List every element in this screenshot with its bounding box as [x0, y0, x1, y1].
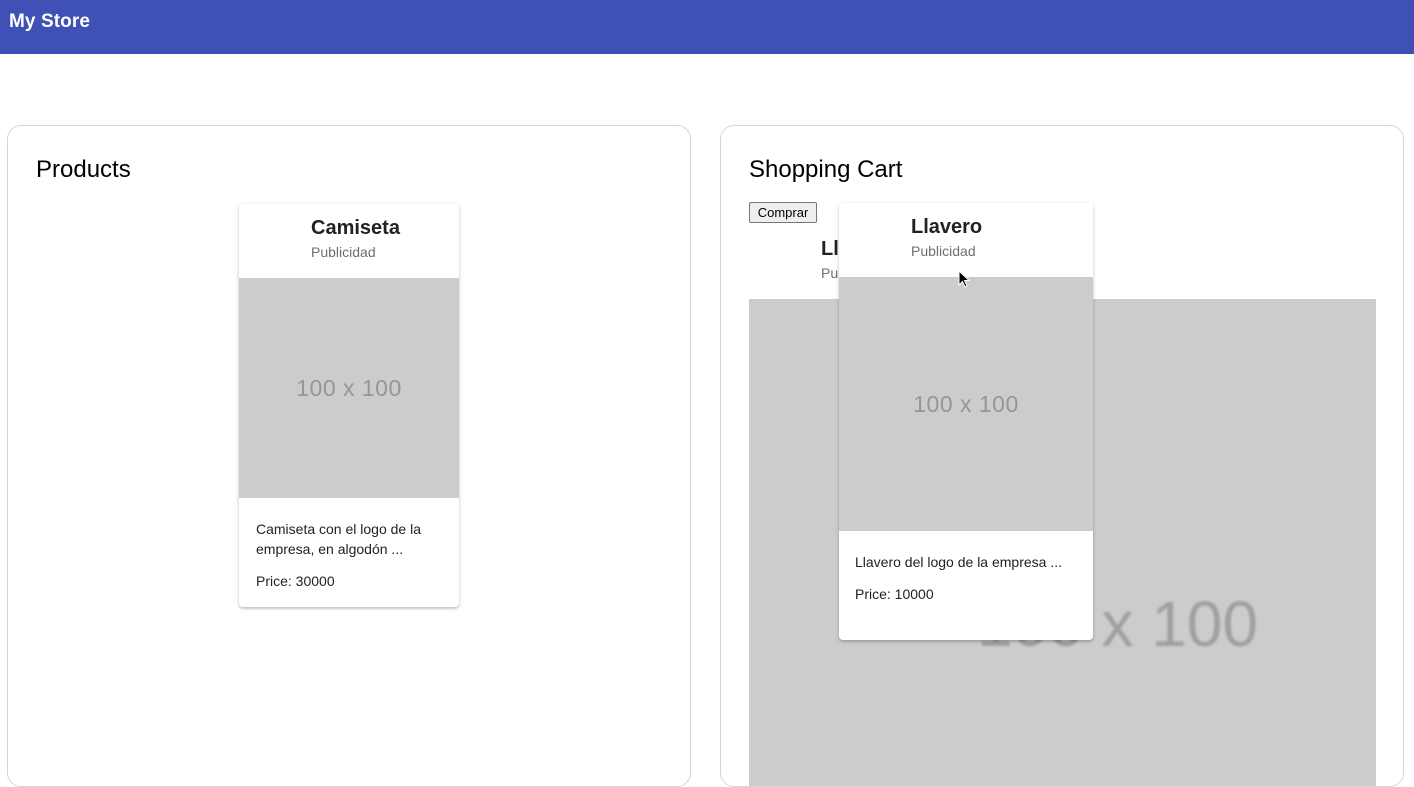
app-title: My Store [9, 11, 91, 32]
product-subtitle: Publicidad [911, 243, 976, 259]
mouse-pointer-icon [958, 270, 970, 288]
dragged-product-card[interactable]: Llavero Publicidad 100 x 100 Llavero del… [839, 203, 1093, 640]
products-title: Products [36, 156, 131, 183]
top-toolbar: My Store [0, 0, 1414, 54]
product-image: 100 x 100 [839, 277, 1093, 531]
products-panel: Products Camiseta Publicidad 100 x 100 C… [7, 125, 691, 787]
image-placeholder-text: 100 x 100 [913, 390, 1019, 417]
product-price: Price: 10000 [855, 586, 934, 602]
product-name: Camiseta [311, 217, 400, 239]
cart-title: Shopping Cart [749, 156, 903, 183]
buy-button[interactable]: Comprar [749, 202, 817, 223]
product-card-camiseta[interactable]: Camiseta Publicidad 100 x 100 Camiseta c… [239, 204, 459, 607]
image-placeholder-text: 100 x 100 [296, 374, 402, 401]
product-price: Price: 30000 [256, 573, 335, 589]
product-description: Llavero del logo de la empresa ... [855, 554, 1063, 570]
product-subtitle: Publicidad [311, 244, 376, 260]
product-name: Llavero [911, 216, 983, 238]
product-description: Camiseta con el logo de la empresa, en a… [256, 521, 421, 557]
product-image: 100 x 100 [239, 278, 459, 498]
